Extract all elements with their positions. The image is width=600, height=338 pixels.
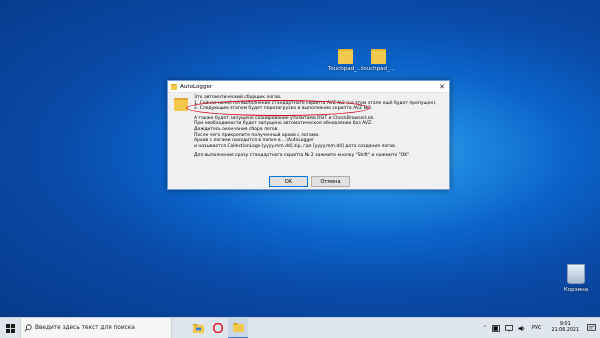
dialog-title: AutoLogger: [180, 83, 213, 90]
taskbar-file-explorer[interactable]: [188, 318, 208, 338]
desktop-folder-touchpad-2[interactable]: touchpad_...: [354, 49, 402, 72]
volume-icon[interactable]: [518, 325, 526, 332]
desktop-icon-label: Корзина: [563, 287, 589, 293]
folder-icon: [232, 323, 244, 332]
folder-icon: [370, 49, 386, 64]
clock-date: 21.06.2021: [551, 328, 579, 333]
notifications-icon[interactable]: [587, 324, 596, 332]
ok-button[interactable]: OK: [269, 176, 308, 187]
app-folder-icon: [171, 83, 177, 90]
start-button[interactable]: [0, 318, 20, 338]
autologger-dialog: AutoLogger ✕ Это автоматический сборщик …: [167, 80, 450, 190]
desktop: Touchpad_... touchpad_... Корзина AutoLo…: [0, 0, 600, 317]
recycle-bin-icon: [567, 264, 585, 284]
dialog-titlebar[interactable]: AutoLogger ✕: [168, 81, 449, 93]
system-tray: ⌃ РУС 9:01 21.06.2021: [480, 318, 600, 338]
network-icon[interactable]: [505, 324, 514, 332]
taskbar-autologger[interactable]: [228, 318, 248, 338]
message-line: Для выполнения сразу стандартного скрипт…: [194, 153, 411, 159]
windows-logo-icon: [5, 323, 15, 333]
folder-icon: [337, 49, 353, 64]
taskbar-search[interactable]: Введите здесь текст для поиска: [20, 318, 172, 338]
clock[interactable]: 9:01 21.06.2021: [552, 322, 579, 334]
taskbar-opera[interactable]: [208, 318, 228, 338]
taskbar: Введите здесь текст для поиска ⌃ РУС 9:0…: [0, 317, 600, 338]
annotation-ellipse: [186, 100, 370, 116]
search-icon: [24, 324, 32, 332]
chevron-up-icon[interactable]: ⌃: [483, 325, 487, 331]
close-button[interactable]: ✕: [435, 83, 449, 91]
desktop-icon-label: touchpad_...: [361, 66, 395, 72]
opera-icon: [213, 323, 223, 333]
search-placeholder: Введите здесь текст для поиска: [35, 325, 135, 331]
cancel-button[interactable]: Отмена: [311, 176, 350, 187]
language-indicator[interactable]: РУС: [532, 325, 542, 331]
desktop-recycle-bin[interactable]: Корзина: [552, 264, 600, 293]
file-explorer-icon: [192, 323, 204, 333]
battery-icon[interactable]: [492, 324, 501, 332]
